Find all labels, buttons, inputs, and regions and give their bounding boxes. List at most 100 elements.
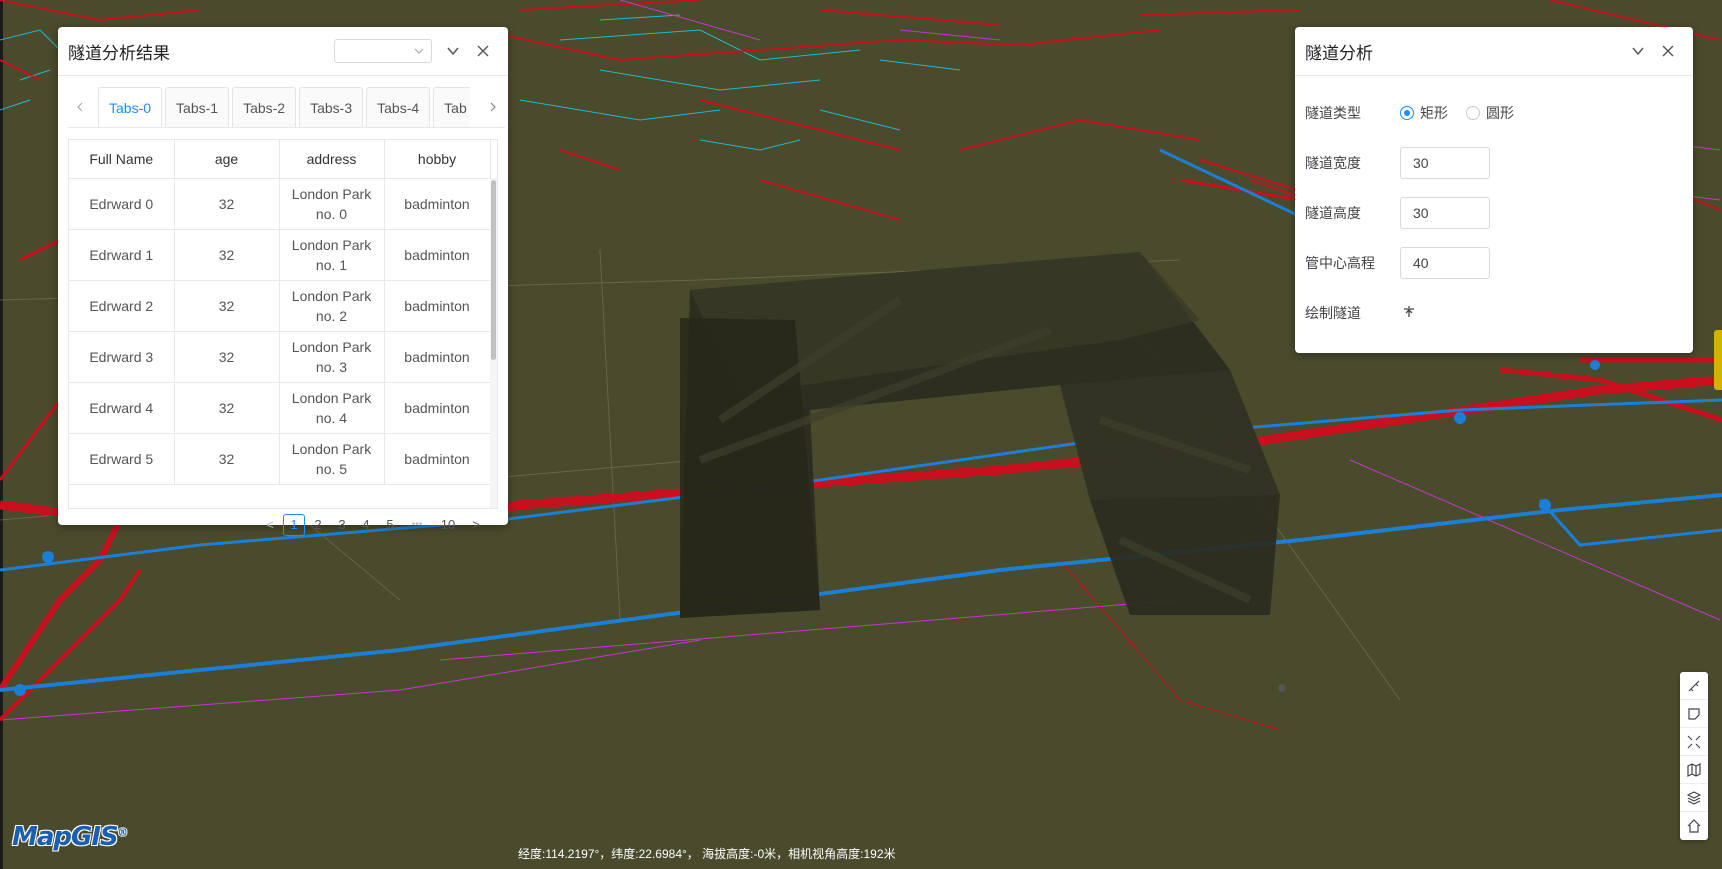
cell-name: Edrward 0 <box>69 178 175 230</box>
page-3[interactable]: 3 <box>331 514 353 536</box>
chevron-right-icon <box>490 102 496 112</box>
radio-checked-icon <box>1400 106 1414 120</box>
table-scrollbar-thumb[interactable] <box>491 180 496 360</box>
column-header-hobby[interactable]: hobby <box>384 140 491 179</box>
results-panel-title: 隧道分析结果 <box>68 43 170 63</box>
radio-circle-label: 圆形 <box>1486 105 1514 121</box>
tunnel-width-row: 隧道宽度 <box>1305 146 1490 180</box>
table-row[interactable]: Edrward 5 32 London Park no. 5 badminton <box>69 433 491 485</box>
cell-hobby: badminton <box>384 382 491 434</box>
table-row[interactable]: Edrward 4 32 London Park no. 4 badminton <box>69 382 491 434</box>
tunnel-width-input[interactable] <box>1400 147 1490 179</box>
cell-address: London Park no. 2 <box>279 280 385 332</box>
tab-5[interactable]: Tab <box>433 87 470 127</box>
prev-page-button[interactable]: < <box>259 514 281 536</box>
polygon-measure-icon <box>1688 707 1700 720</box>
page-4[interactable]: 4 <box>355 514 377 536</box>
cell-age: 32 <box>174 382 280 434</box>
cell-hobby: badminton <box>384 433 491 485</box>
table-header-row: Full Name age address hobby <box>69 140 491 179</box>
page-5[interactable]: 5 <box>379 514 401 536</box>
page-2[interactable]: 2 <box>307 514 329 536</box>
radio-unchecked-icon <box>1466 106 1480 120</box>
column-header-age[interactable]: age <box>174 140 280 179</box>
cell-address: London Park no. 1 <box>279 229 385 281</box>
tab-2[interactable]: Tabs-2 <box>232 87 297 127</box>
mapgis-logo: MapGIS® <box>12 822 128 852</box>
compress-icon <box>1687 735 1701 748</box>
tunnel-height-label: 隧道高度 <box>1305 205 1361 221</box>
cell-name: Edrward 2 <box>69 280 175 332</box>
polygon-measure-button[interactable] <box>1680 700 1708 728</box>
ruler-icon <box>1688 680 1700 691</box>
close-icon <box>477 45 489 57</box>
tabs-next-button[interactable] <box>481 87 505 127</box>
tabs-prev-button[interactable] <box>68 87 92 127</box>
collapse-button[interactable] <box>1623 36 1653 66</box>
tunnel-width-label: 隧道宽度 <box>1305 155 1361 171</box>
cell-hobby: badminton <box>384 280 491 332</box>
cell-address: London Park no. 4 <box>279 382 385 434</box>
tunnel-analysis-panel: 隧道分析 隧道类型 矩形 圆形 隧道宽度 隧道高度 管中心高程 绘制隧道 <box>1295 27 1693 353</box>
table-row[interactable]: Edrward 2 32 London Park no. 2 badminton <box>69 280 491 332</box>
pipe-elevation-input[interactable] <box>1400 247 1490 279</box>
page-10[interactable]: 10 <box>433 514 463 536</box>
tabs-track: Tabs-0 Tabs-1 Tabs-2 Tabs-3 Tabs-4 Tab <box>98 87 470 127</box>
tunnel-results-panel: 隧道分析结果 Tabs-0 Tabs-1 Tabs-2 Tabs-3 Tabs-4 Tab… <box>58 27 508 536</box>
cell-name: Edrward 4 <box>69 382 175 434</box>
chevron-down-icon <box>414 48 424 54</box>
draw-tunnel-icon[interactable] <box>1400 305 1416 322</box>
logo-text: MapGIS <box>12 822 119 852</box>
cell-age: 32 <box>174 280 280 332</box>
table-row[interactable]: Edrward 1 32 London Park no. 1 badminton <box>69 229 491 281</box>
pipe-elevation-label: 管中心高程 <box>1305 255 1375 271</box>
radio-circle[interactable]: 圆形 <box>1466 103 1514 123</box>
results-select[interactable] <box>334 39 432 63</box>
cell-address: London Park no. 5 <box>279 433 385 485</box>
page-1[interactable]: 1 <box>283 514 305 536</box>
tunnel-type-label: 隧道类型 <box>1305 105 1361 121</box>
tab-0[interactable]: Tabs-0 <box>98 87 163 127</box>
chevron-down-icon <box>1632 47 1644 56</box>
coordinate-status: 经度:114.2197°，纬度:22.6984°， 海拔高度:-0米，相机视角高… <box>518 847 896 861</box>
map-button[interactable] <box>1680 756 1708 784</box>
map-toolbar <box>1680 672 1708 840</box>
compress-button[interactable] <box>1680 728 1708 756</box>
results-panel-header: 隧道分析结果 <box>58 27 508 76</box>
ruler-button[interactable] <box>1680 672 1708 700</box>
home-button[interactable] <box>1680 812 1708 840</box>
edge-handle[interactable] <box>1714 330 1722 390</box>
pagination: < 1 2 3 4 5 ••• 10 > <box>258 512 488 538</box>
tunnel-height-input[interactable] <box>1400 197 1490 229</box>
close-icon <box>1662 45 1674 57</box>
close-button[interactable] <box>1653 36 1683 66</box>
cell-hobby: badminton <box>384 178 491 230</box>
next-page-button[interactable]: > <box>465 514 487 536</box>
cell-address: London Park no. 0 <box>279 178 385 230</box>
analysis-panel-header: 隧道分析 <box>1295 27 1693 76</box>
table-row[interactable]: Edrward 3 32 London Park no. 3 badminton <box>69 331 491 383</box>
tab-3[interactable]: Tabs-3 <box>299 87 364 127</box>
column-header-address[interactable]: address <box>279 140 385 179</box>
layers-button[interactable] <box>1680 784 1708 812</box>
cell-address: London Park no. 3 <box>279 331 385 383</box>
draw-tunnel-row: 绘制隧道 <box>1305 296 1416 330</box>
tunnel-height-row: 隧道高度 <box>1305 196 1490 230</box>
cell-age: 32 <box>174 331 280 383</box>
analysis-panel-title: 隧道分析 <box>1305 43 1373 63</box>
page-ellipsis[interactable]: ••• <box>403 514 431 536</box>
radio-rectangle[interactable]: 矩形 <box>1400 103 1448 123</box>
logo-mark: ® <box>117 827 128 839</box>
column-header-name[interactable]: Full Name <box>69 140 175 179</box>
collapse-button[interactable] <box>438 36 468 66</box>
tab-4[interactable]: Tabs-4 <box>366 87 431 127</box>
cell-name: Edrward 3 <box>69 331 175 383</box>
cell-hobby: badminton <box>384 229 491 281</box>
cell-age: 32 <box>174 433 280 485</box>
close-button[interactable] <box>468 36 498 66</box>
tab-1[interactable]: Tabs-1 <box>165 87 230 127</box>
cell-name: Edrward 1 <box>69 229 175 281</box>
table-row[interactable]: Edrward 0 32 London Park no. 0 badminton <box>69 178 491 230</box>
layers-icon <box>1687 790 1701 805</box>
map-icon <box>1687 762 1701 777</box>
